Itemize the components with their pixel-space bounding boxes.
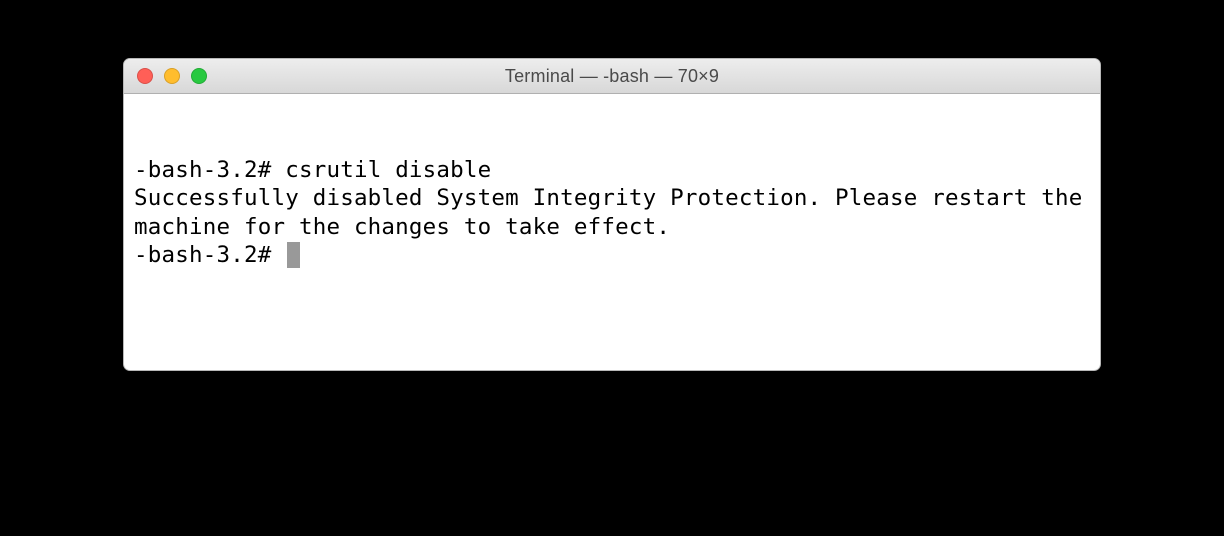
close-icon[interactable] <box>137 68 153 84</box>
shell-prompt: -bash-3.2# <box>134 157 285 183</box>
terminal-line: -bash-3.2# <box>134 241 1090 269</box>
window-title: Terminal — -bash — 70×9 <box>124 66 1100 87</box>
shell-command: csrutil disable <box>285 157 491 183</box>
terminal-window: Terminal — -bash — 70×9 -bash-3.2# csrut… <box>123 58 1101 371</box>
titlebar[interactable]: Terminal — -bash — 70×9 <box>124 59 1100 94</box>
shell-prompt: -bash-3.2# <box>134 241 285 269</box>
cursor-icon <box>287 242 300 268</box>
terminal-output: Successfully disabled System Integrity P… <box>134 184 1090 240</box>
zoom-icon[interactable] <box>191 68 207 84</box>
terminal-line: -bash-3.2# csrutil disable <box>134 156 1090 184</box>
terminal-content[interactable]: -bash-3.2# csrutil disableSuccessfully d… <box>124 94 1100 331</box>
minimize-icon[interactable] <box>164 68 180 84</box>
traffic-lights <box>124 68 207 84</box>
